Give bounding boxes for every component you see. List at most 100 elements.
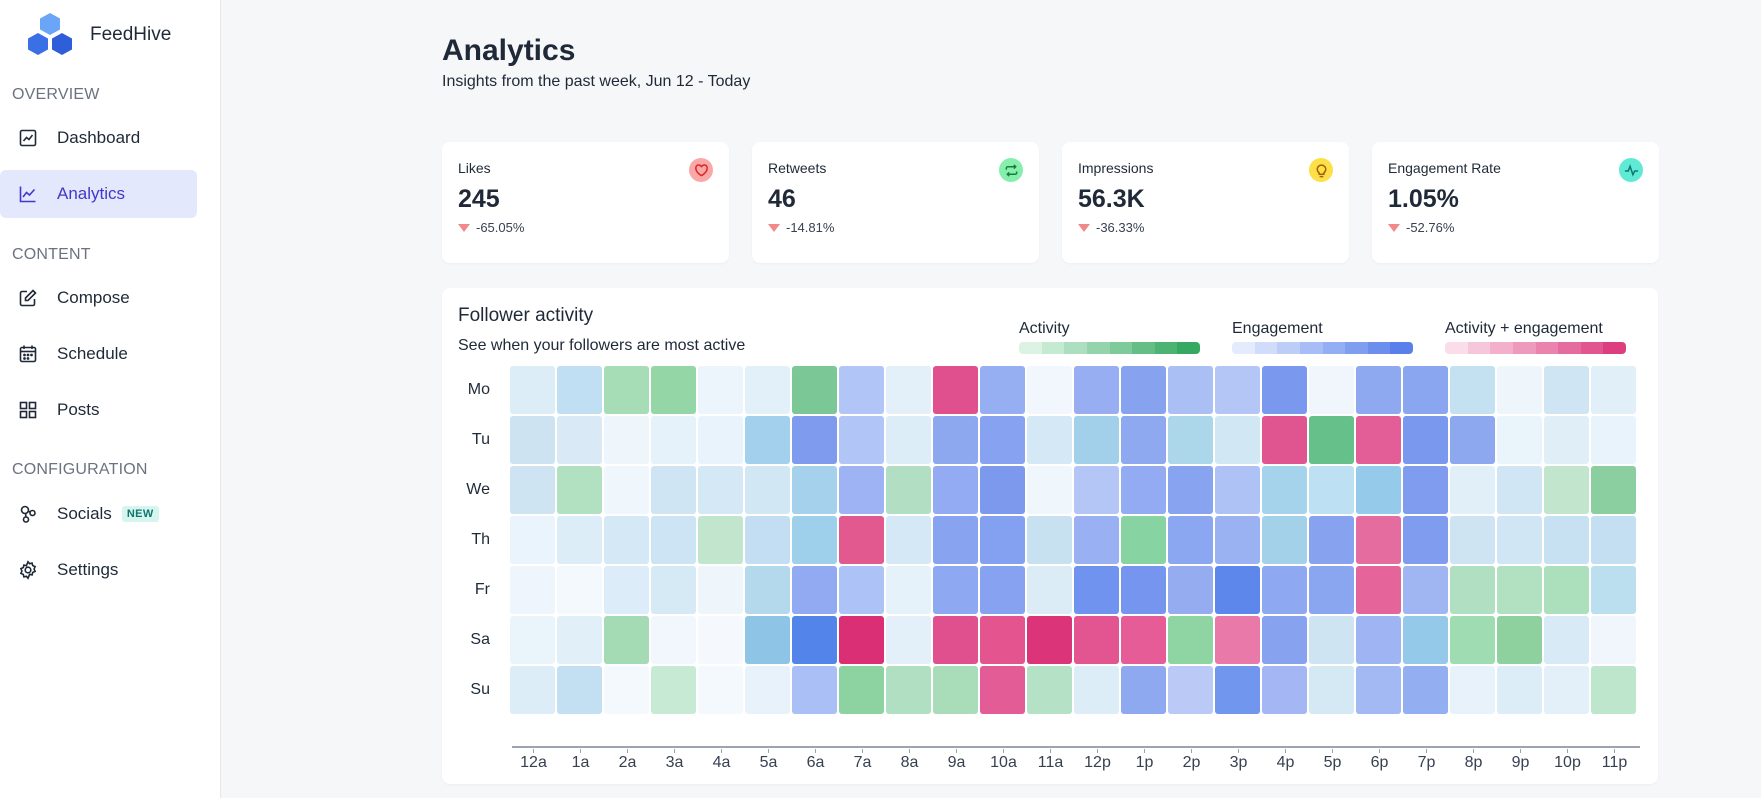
heatmap-cell[interactable]: [1309, 566, 1354, 614]
heatmap-cell[interactable]: [933, 516, 978, 564]
heatmap-cell[interactable]: [557, 566, 602, 614]
heatmap-cell[interactable]: [698, 366, 743, 414]
heatmap-cell[interactable]: [1591, 516, 1636, 564]
heatmap-cell[interactable]: [698, 466, 743, 514]
heatmap-cell[interactable]: [1591, 416, 1636, 464]
heatmap-cell[interactable]: [604, 466, 649, 514]
heatmap-cell[interactable]: [698, 616, 743, 664]
heatmap-cell[interactable]: [886, 416, 931, 464]
heatmap-cell[interactable]: [557, 616, 602, 664]
heatmap-cell[interactable]: [1262, 366, 1307, 414]
heatmap-cell[interactable]: [886, 666, 931, 714]
heatmap-cell[interactable]: [1309, 616, 1354, 664]
heatmap-cell[interactable]: [792, 616, 837, 664]
heatmap-cell[interactable]: [557, 666, 602, 714]
heatmap-cell[interactable]: [886, 366, 931, 414]
heatmap-cell[interactable]: [1262, 466, 1307, 514]
heatmap-cell[interactable]: [604, 566, 649, 614]
heatmap-cell[interactable]: [1074, 416, 1119, 464]
heatmap-cell[interactable]: [1121, 666, 1166, 714]
heatmap-cell[interactable]: [1168, 416, 1213, 464]
heatmap-cell[interactable]: [1121, 616, 1166, 664]
heatmap-cell[interactable]: [745, 616, 790, 664]
heatmap-cell[interactable]: [792, 416, 837, 464]
heatmap-cell[interactable]: [1215, 666, 1260, 714]
heatmap-cell[interactable]: [557, 366, 602, 414]
heatmap-cell[interactable]: [839, 416, 884, 464]
nav-posts[interactable]: Posts: [0, 386, 197, 434]
heatmap-cell[interactable]: [1497, 616, 1542, 664]
heatmap-cell[interactable]: [510, 566, 555, 614]
heatmap-cell[interactable]: [792, 666, 837, 714]
heatmap-cell[interactable]: [792, 466, 837, 514]
heatmap-cell[interactable]: [745, 466, 790, 514]
heatmap-cell[interactable]: [604, 516, 649, 564]
heatmap-cell[interactable]: [557, 516, 602, 564]
heatmap-cell[interactable]: [1591, 466, 1636, 514]
heatmap-cell[interactable]: [1497, 666, 1542, 714]
heatmap-cell[interactable]: [1074, 466, 1119, 514]
heatmap-cell[interactable]: [510, 416, 555, 464]
heatmap-cell[interactable]: [886, 516, 931, 564]
heatmap-cell[interactable]: [1450, 566, 1495, 614]
heatmap-cell[interactable]: [1215, 416, 1260, 464]
heatmap-cell[interactable]: [651, 466, 696, 514]
heatmap-cell[interactable]: [933, 666, 978, 714]
heatmap-cell[interactable]: [1356, 416, 1401, 464]
nav-dashboard[interactable]: Dashboard: [0, 114, 197, 162]
heatmap-cell[interactable]: [1215, 366, 1260, 414]
heatmap-cell[interactable]: [1168, 566, 1213, 614]
heatmap-cell[interactable]: [980, 566, 1025, 614]
heatmap-cell[interactable]: [1544, 616, 1589, 664]
heatmap-cell[interactable]: [1356, 566, 1401, 614]
nav-compose[interactable]: Compose: [0, 274, 197, 322]
heatmap-cell[interactable]: [1309, 666, 1354, 714]
heatmap-cell[interactable]: [1027, 366, 1072, 414]
heatmap-cell[interactable]: [792, 566, 837, 614]
heatmap-cell[interactable]: [698, 416, 743, 464]
heatmap-cell[interactable]: [1403, 466, 1448, 514]
heatmap-cell[interactable]: [510, 616, 555, 664]
heatmap-cell[interactable]: [510, 516, 555, 564]
heatmap-cell[interactable]: [1215, 566, 1260, 614]
heatmap-cell[interactable]: [1309, 466, 1354, 514]
heatmap-cell[interactable]: [510, 366, 555, 414]
heatmap-cell[interactable]: [886, 616, 931, 664]
heatmap-cell[interactable]: [1497, 366, 1542, 414]
heatmap-cell[interactable]: [1168, 516, 1213, 564]
heatmap-cell[interactable]: [980, 366, 1025, 414]
heatmap-cell[interactable]: [1403, 616, 1448, 664]
heatmap-cell[interactable]: [1450, 616, 1495, 664]
heatmap-cell[interactable]: [1074, 666, 1119, 714]
heatmap-cell[interactable]: [1262, 516, 1307, 564]
heatmap-cell[interactable]: [698, 566, 743, 614]
heatmap-cell[interactable]: [1450, 416, 1495, 464]
heatmap-cell[interactable]: [1027, 666, 1072, 714]
heatmap-cell[interactable]: [886, 566, 931, 614]
heatmap-cell[interactable]: [1450, 366, 1495, 414]
heatmap-cell[interactable]: [1309, 366, 1354, 414]
nav-socials[interactable]: Socials NEW: [0, 490, 197, 538]
heatmap-cell[interactable]: [651, 416, 696, 464]
heatmap-cell[interactable]: [1074, 516, 1119, 564]
heatmap-cell[interactable]: [1262, 566, 1307, 614]
heatmap-cell[interactable]: [698, 666, 743, 714]
heatmap-cell[interactable]: [510, 466, 555, 514]
nav-settings[interactable]: Settings: [0, 546, 197, 594]
heatmap-cell[interactable]: [1027, 416, 1072, 464]
heatmap-cell[interactable]: [1027, 466, 1072, 514]
heatmap-cell[interactable]: [1544, 366, 1589, 414]
heatmap-cell[interactable]: [1168, 666, 1213, 714]
brand[interactable]: FeedHive: [26, 12, 171, 58]
heatmap-cell[interactable]: [1262, 416, 1307, 464]
heatmap-cell[interactable]: [557, 416, 602, 464]
heatmap-cell[interactable]: [1450, 466, 1495, 514]
heatmap-cell[interactable]: [1591, 666, 1636, 714]
heatmap-cell[interactable]: [1121, 566, 1166, 614]
heatmap-cell[interactable]: [1309, 516, 1354, 564]
heatmap-cell[interactable]: [1074, 366, 1119, 414]
heatmap-cell[interactable]: [651, 516, 696, 564]
heatmap-cell[interactable]: [604, 666, 649, 714]
heatmap-cell[interactable]: [651, 666, 696, 714]
heatmap-cell[interactable]: [1074, 616, 1119, 664]
